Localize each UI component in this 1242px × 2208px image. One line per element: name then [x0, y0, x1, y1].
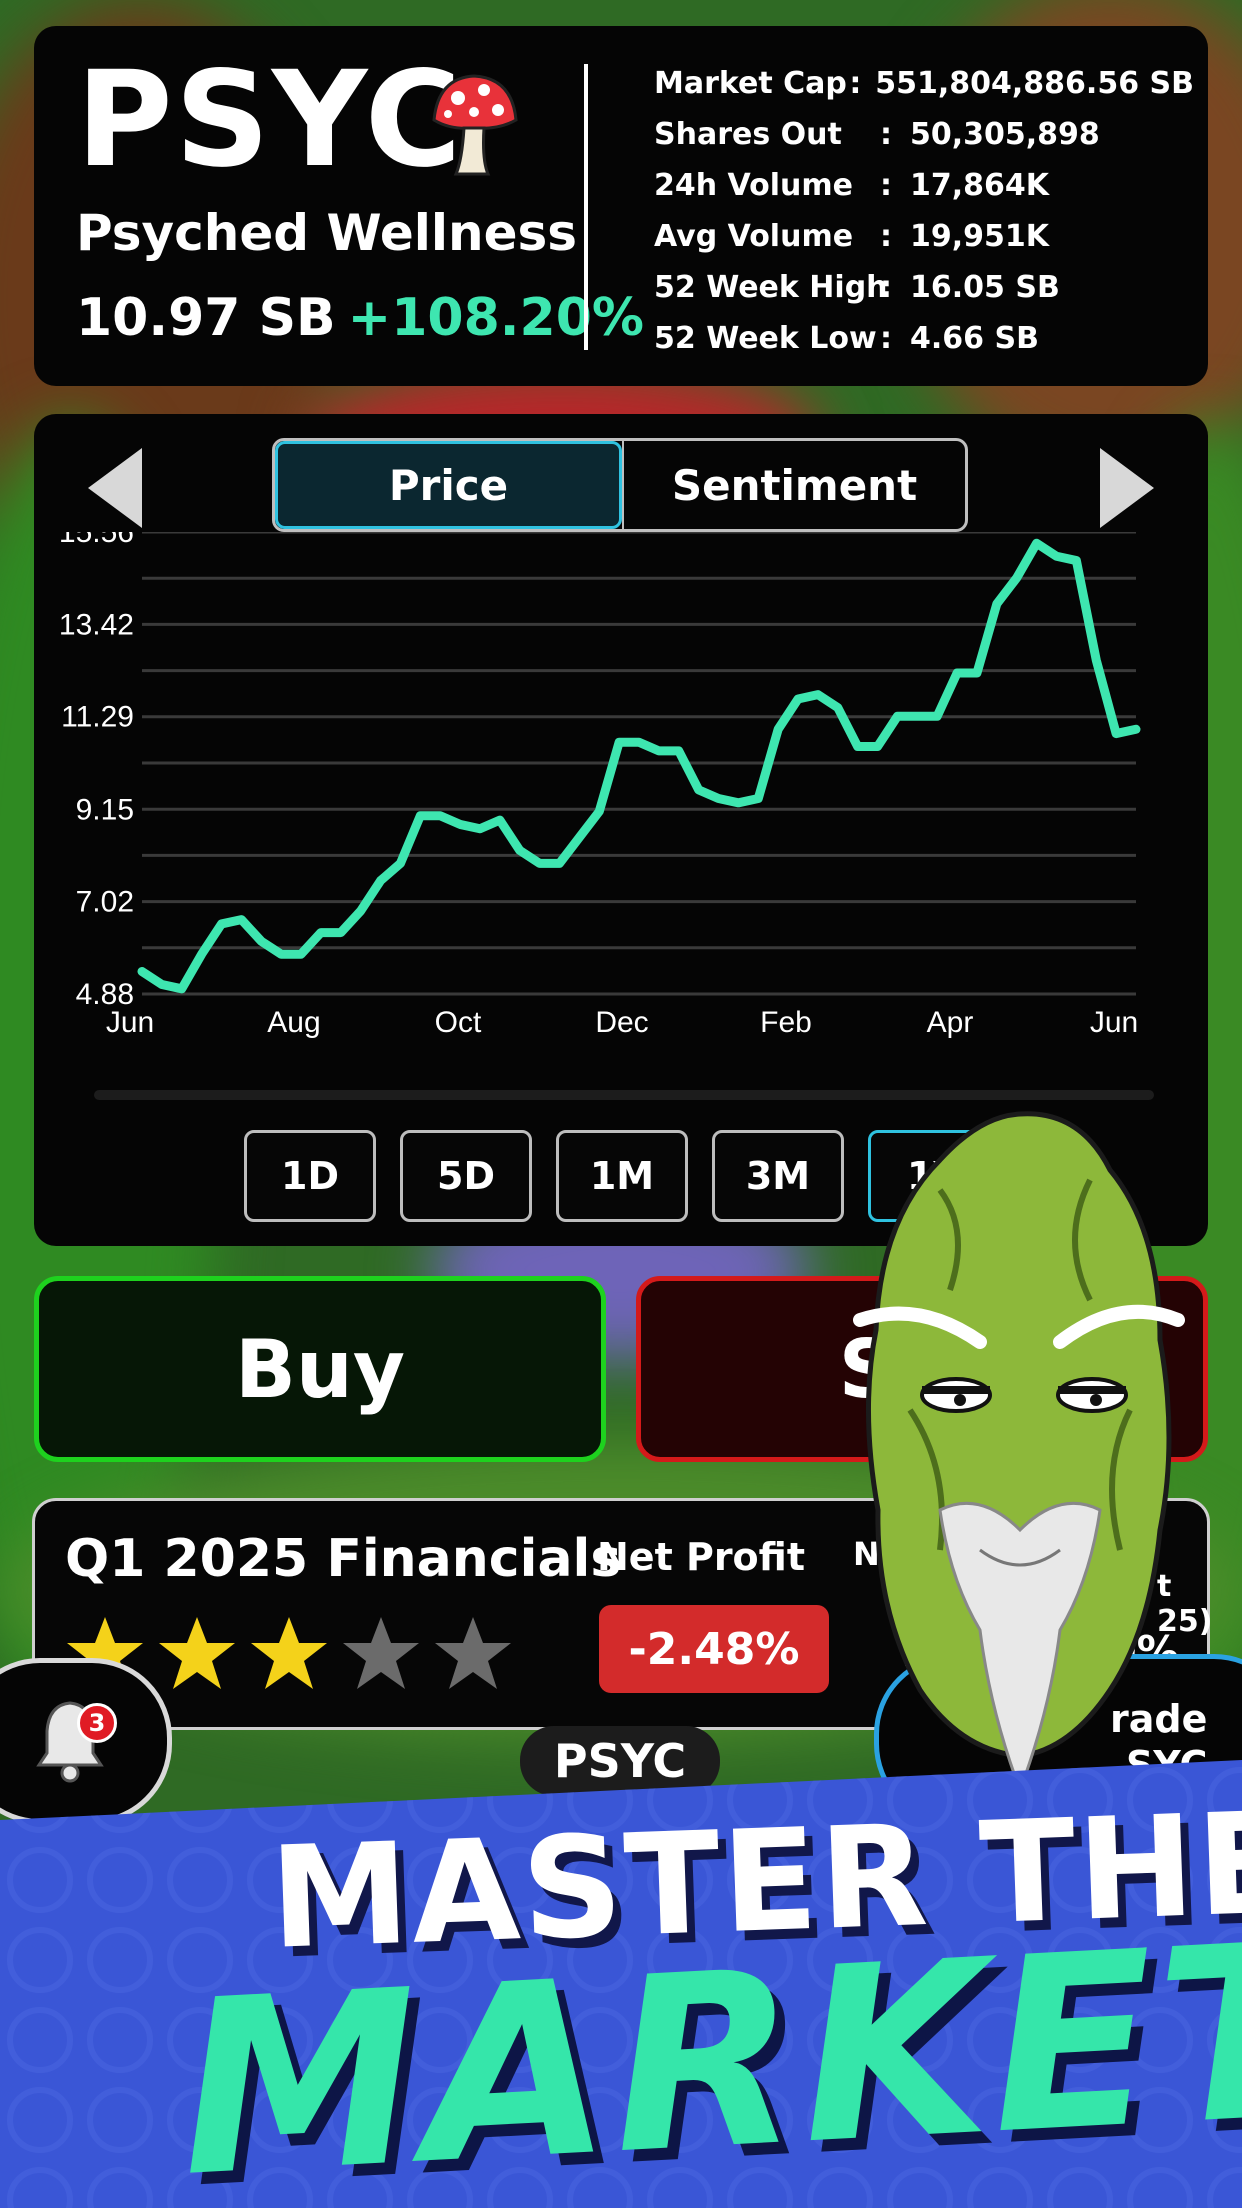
header-divider	[584, 64, 588, 350]
stat-label: Avg Volume	[654, 219, 854, 254]
range-1d-button[interactable]: 1D	[244, 1130, 376, 1222]
stat-value: 50,305,898	[910, 117, 1100, 152]
stock-header: PSYC Psyched Wellness 10.97 SB +108.20% M…	[34, 26, 1208, 386]
stat-separator: :	[880, 219, 892, 254]
next-arrow-icon[interactable]	[1100, 448, 1154, 528]
y-tick-label: 7.02	[76, 885, 134, 918]
ticker-symbol: PSYC	[76, 43, 464, 197]
star-empty-icon	[435, 1617, 511, 1689]
notification-badge: 3	[77, 1703, 117, 1743]
x-tick-label: Dec	[595, 1006, 648, 1039]
stat-avg-volume: Avg Volume:19,951K	[654, 211, 1194, 262]
stat-label: 52 Week Low	[654, 321, 877, 356]
x-tick-label: Apr	[927, 1006, 974, 1039]
stat-separator: :	[880, 321, 892, 356]
sage-character-illustration	[853, 1111, 1185, 1790]
y-tick-label: 15.56	[59, 532, 134, 549]
y-tick-label: 11.29	[61, 701, 134, 734]
range-1m-button[interactable]: 1M	[556, 1130, 688, 1222]
stat-label: Market Cap	[654, 66, 847, 101]
x-tick-label: Feb	[760, 1006, 812, 1039]
price-chart: 4.887.029.1511.2913.4215.56Jun Aug Oct Dec F…	[59, 532, 1141, 1039]
range-3m-button[interactable]: 3M	[712, 1130, 844, 1222]
stat-value: 16.05 SB	[910, 270, 1060, 305]
stat-separator: :	[880, 270, 892, 305]
chart-tabs: Price Sentiment	[272, 438, 968, 532]
x-tick-label: Jun	[1090, 1006, 1138, 1039]
stat-value: 17,864K	[910, 168, 1050, 203]
price-change: +108.20%	[347, 288, 645, 348]
star-filled-icon	[159, 1617, 235, 1689]
stat-52w-low: 52 Week Low:4.66 SB	[654, 313, 1194, 364]
stat-label: 52 Week High	[654, 270, 888, 305]
financials-title: Q1 2025 Financials	[65, 1529, 622, 1589]
company-name: Psyched Wellness	[76, 204, 578, 262]
x-tick-label: Aug	[267, 1006, 320, 1039]
current-price: 10.97 SB	[76, 288, 336, 348]
y-tick-label: 13.42	[59, 609, 134, 642]
y-tick-label: 9.15	[76, 793, 134, 826]
stat-value: 4.66 SB	[910, 321, 1039, 356]
stat-value: 551,804,886.56 SB	[875, 66, 1194, 101]
net-profit-value: -2.48%	[599, 1605, 829, 1693]
range-5d-button[interactable]: 5D	[400, 1130, 532, 1222]
stats-list: Market Cap:551,804,886.56 SB Shares Out:…	[654, 58, 1194, 364]
mushroom-icon	[432, 74, 518, 176]
buy-button[interactable]: Buy	[34, 1276, 606, 1462]
star-empty-icon	[343, 1617, 419, 1689]
stat-52w-high: 52 Week High:16.05 SB	[654, 262, 1194, 313]
x-tick-label: Oct	[435, 1006, 482, 1039]
previous-arrow-icon[interactable]	[88, 448, 142, 528]
net-profit-label: Net Profit	[597, 1535, 805, 1579]
tab-price[interactable]: Price	[275, 441, 622, 529]
stat-24h-volume: 24h Volume:17,864K	[654, 160, 1194, 211]
stat-shares-out: Shares Out:50,305,898	[654, 109, 1194, 160]
x-tick-label: Jun	[106, 1006, 154, 1039]
stat-value: 19,951K	[910, 219, 1050, 254]
stat-label: 24h Volume	[654, 168, 853, 203]
price-line-series	[137, 538, 1141, 994]
stat-separator: :	[849, 66, 862, 101]
stat-separator: :	[880, 117, 892, 152]
stat-market-cap: Market Cap:551,804,886.56 SB	[654, 58, 1194, 109]
chart-scrollbar[interactable]	[94, 1090, 1154, 1100]
tab-sentiment[interactable]: Sentiment	[622, 441, 965, 529]
stat-separator: :	[880, 168, 892, 203]
price-line: 10.97 SB +108.20%	[76, 288, 644, 348]
stat-label: Shares Out	[654, 117, 842, 152]
star-filled-icon	[251, 1617, 327, 1689]
